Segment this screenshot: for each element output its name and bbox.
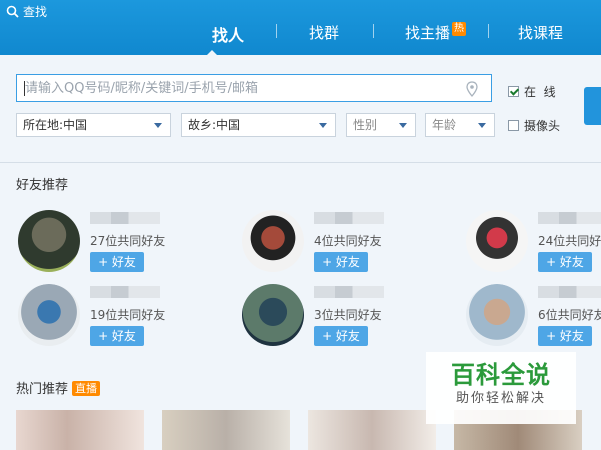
watermark: 百科全说 助你轻松解决: [426, 352, 576, 424]
live-badge: 直播: [72, 381, 101, 396]
friend-name-blurred: [314, 212, 384, 224]
add-friend-button[interactable]: + 好友: [538, 252, 592, 272]
window-title: 查找: [6, 3, 47, 20]
online-filter[interactable]: 在 线: [508, 83, 556, 100]
tab-find-anchors-label: 找主播: [405, 24, 451, 42]
add-friend-button[interactable]: + 好友: [314, 252, 368, 272]
live-stream-thumbnail[interactable]: [308, 410, 436, 450]
search-box[interactable]: [16, 74, 492, 102]
friend-card[interactable]: 4位共同好友 + 好友: [242, 210, 462, 280]
friends-section-title: 好友推荐: [16, 178, 69, 193]
location-pin-icon[interactable]: [465, 81, 479, 97]
tab-find-courses[interactable]: 找课程: [518, 22, 563, 43]
mutual-friends-count: 3位共同好友: [314, 308, 382, 322]
avatar[interactable]: [242, 284, 304, 346]
friend-name-blurred: [538, 212, 601, 224]
mutual-friends-count: 24位共同好友: [538, 234, 601, 248]
camera-filter[interactable]: 摄像头: [508, 117, 560, 134]
watermark-main: 百科全说: [451, 361, 551, 389]
gender-value: 性别: [353, 118, 378, 132]
hot-section-title: 热门推荐 直播: [16, 378, 101, 397]
friend-card[interactable]: 3位共同好友 + 好友: [242, 284, 462, 354]
tab-separator: [276, 24, 277, 38]
search-button[interactable]: [584, 87, 601, 125]
age-select[interactable]: 年龄: [425, 113, 495, 137]
location-value: 所在地:中国: [23, 118, 88, 132]
add-friend-button[interactable]: + 好友: [538, 326, 592, 346]
mutual-friends-count: 27位共同好友: [90, 234, 166, 248]
tab-find-groups[interactable]: 找群: [309, 22, 339, 43]
live-stream-thumbnail[interactable]: [162, 410, 290, 450]
hot-badge: 热: [452, 22, 467, 36]
active-tab-indicator: [206, 50, 218, 56]
online-label: 在 线: [524, 85, 556, 99]
camera-label: 摄像头: [524, 119, 561, 133]
avatar[interactable]: [242, 210, 304, 272]
add-friend-button[interactable]: + 好友: [90, 326, 144, 346]
mutual-friends-count: 19位共同好友: [90, 308, 166, 322]
top-bar: 查找 找人 找群 找主播热 找课程: [0, 0, 601, 56]
chevron-down-icon: [399, 123, 407, 128]
tab-find-anchors[interactable]: 找主播热: [405, 22, 467, 43]
gender-select[interactable]: 性别: [346, 113, 416, 137]
age-value: 年龄: [432, 118, 457, 132]
friend-card[interactable]: 24位共同好友 + 好友: [466, 210, 601, 280]
avatar[interactable]: [466, 210, 528, 272]
search-input[interactable]: [17, 75, 473, 101]
camera-checkbox[interactable]: [508, 120, 519, 131]
live-stream-thumbnail[interactable]: [16, 410, 144, 450]
watermark-sub: 助你轻松解决: [455, 391, 546, 406]
avatar[interactable]: [18, 210, 80, 272]
window-title-text: 查找: [23, 5, 48, 19]
friend-card[interactable]: 6位共同好友 + 好友: [466, 284, 601, 354]
tab-separator: [488, 24, 489, 38]
text-caret: [24, 81, 25, 96]
add-friend-button[interactable]: + 好友: [314, 326, 368, 346]
mutual-friends-count: 6位共同好友: [538, 308, 601, 322]
online-checkbox[interactable]: [508, 86, 519, 97]
friend-name-blurred: [90, 286, 160, 298]
section-divider: [0, 162, 601, 163]
hometown-value: 故乡:中国: [188, 118, 241, 132]
tab-separator: [373, 24, 374, 38]
avatar[interactable]: [466, 284, 528, 346]
search-icon: [6, 5, 19, 18]
friend-card[interactable]: 19位共同好友 + 好友: [18, 284, 238, 354]
friend-card[interactable]: 27位共同好友 + 好友: [18, 210, 238, 280]
tab-find-people[interactable]: 找人: [212, 22, 244, 46]
chevron-down-icon: [319, 123, 327, 128]
hometown-select[interactable]: 故乡:中国: [181, 113, 336, 137]
chevron-down-icon: [154, 123, 162, 128]
friend-name-blurred: [314, 286, 384, 298]
hot-section-label: 热门推荐: [16, 382, 69, 397]
avatar[interactable]: [18, 284, 80, 346]
chevron-down-icon: [478, 123, 486, 128]
mutual-friends-count: 4位共同好友: [314, 234, 382, 248]
friend-name-blurred: [538, 286, 601, 298]
add-friend-button[interactable]: + 好友: [90, 252, 144, 272]
location-select[interactable]: 所在地:中国: [16, 113, 171, 137]
friend-name-blurred: [90, 212, 160, 224]
